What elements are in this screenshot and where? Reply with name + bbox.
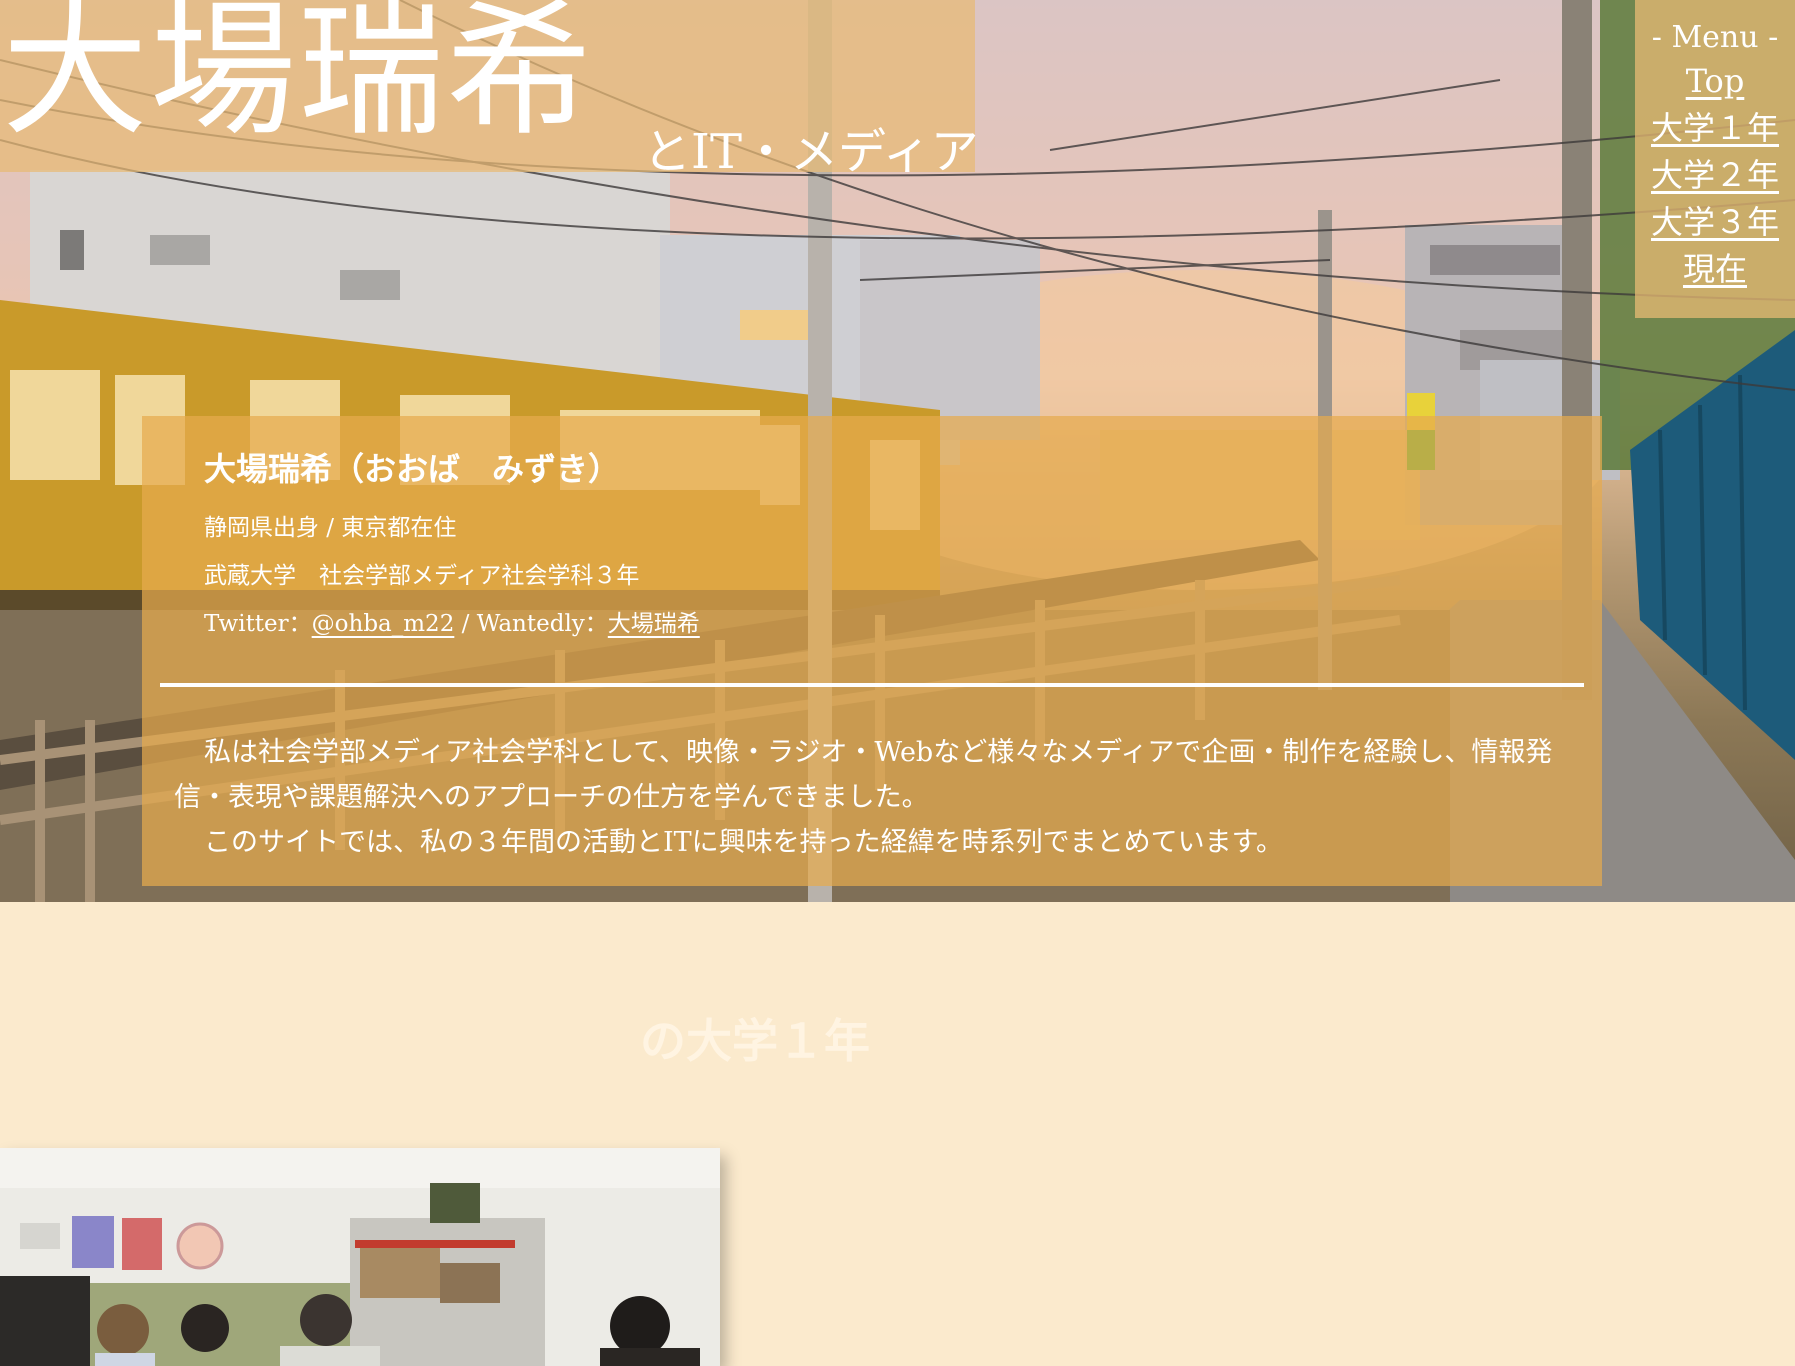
menu-link-now[interactable]: 現在: [1683, 246, 1747, 293]
menu-link-top[interactable]: Top: [1686, 58, 1745, 105]
menu-link-year3[interactable]: 大学３年: [1651, 199, 1779, 246]
year1-photo-image: [0, 1148, 720, 1366]
intro-paragraph-1: 私は社会学部メディア社会学科として、映像・ラジオ・Webなど様々なメディアで企画…: [174, 737, 1553, 813]
menu-heading: - Menu -: [1651, 20, 1779, 55]
menu-link-year1[interactable]: 大学１年: [1651, 105, 1779, 152]
profile-school: 武蔵大学 社会学部メディア社会学科３年: [204, 563, 640, 589]
hero-section: 大場瑞希 とIT・メディア - Menu - Top 大学１年 大学２年 大学３…: [0, 0, 1795, 902]
profile-intro: 私は社会学部メディア社会学科として、映像・ラジオ・Webなど様々なメディアで企画…: [174, 730, 1574, 865]
year1-section-heading: の大学１年: [640, 1014, 870, 1068]
menu-link-year2[interactable]: 大学２年: [1651, 152, 1779, 199]
site-title-banner: 大場瑞希 とIT・メディア: [0, 0, 979, 180]
profile-sns: Twitter：@ohba_m22 / Wantedly：大場瑞希: [204, 604, 700, 638]
twitter-link[interactable]: @ohba_m22: [312, 611, 455, 637]
wantedly-link[interactable]: 大場瑞希: [608, 611, 700, 637]
profile-origin: 静岡県出身 / 東京都在住: [204, 515, 457, 541]
intro-paragraph-2: このサイトでは、私の３年間の活動とITに興味を持った経緯を時系列でまとめています…: [204, 827, 1283, 858]
site-title: 大場瑞希: [2, 0, 594, 156]
profile-divider: [160, 683, 1584, 687]
site-subtitle: とIT・メディア: [643, 124, 979, 180]
profile-name: 大場瑞希（おおば みずき）: [204, 450, 621, 488]
profile-card: 大場瑞希（おおば みずき） 静岡県出身 / 東京都在住 武蔵大学 社会学部メディ…: [142, 416, 1602, 886]
sns-prefix: Twitter：: [204, 611, 312, 637]
year1-photo: [0, 1148, 720, 1366]
menu-panel: - Menu - Top 大学１年 大学２年 大学３年 現在: [1635, 0, 1795, 318]
page: 大場瑞希 とIT・メディア - Menu - Top 大学１年 大学２年 大学３…: [0, 0, 1795, 1366]
sns-separator: / Wantedly：: [454, 611, 608, 637]
